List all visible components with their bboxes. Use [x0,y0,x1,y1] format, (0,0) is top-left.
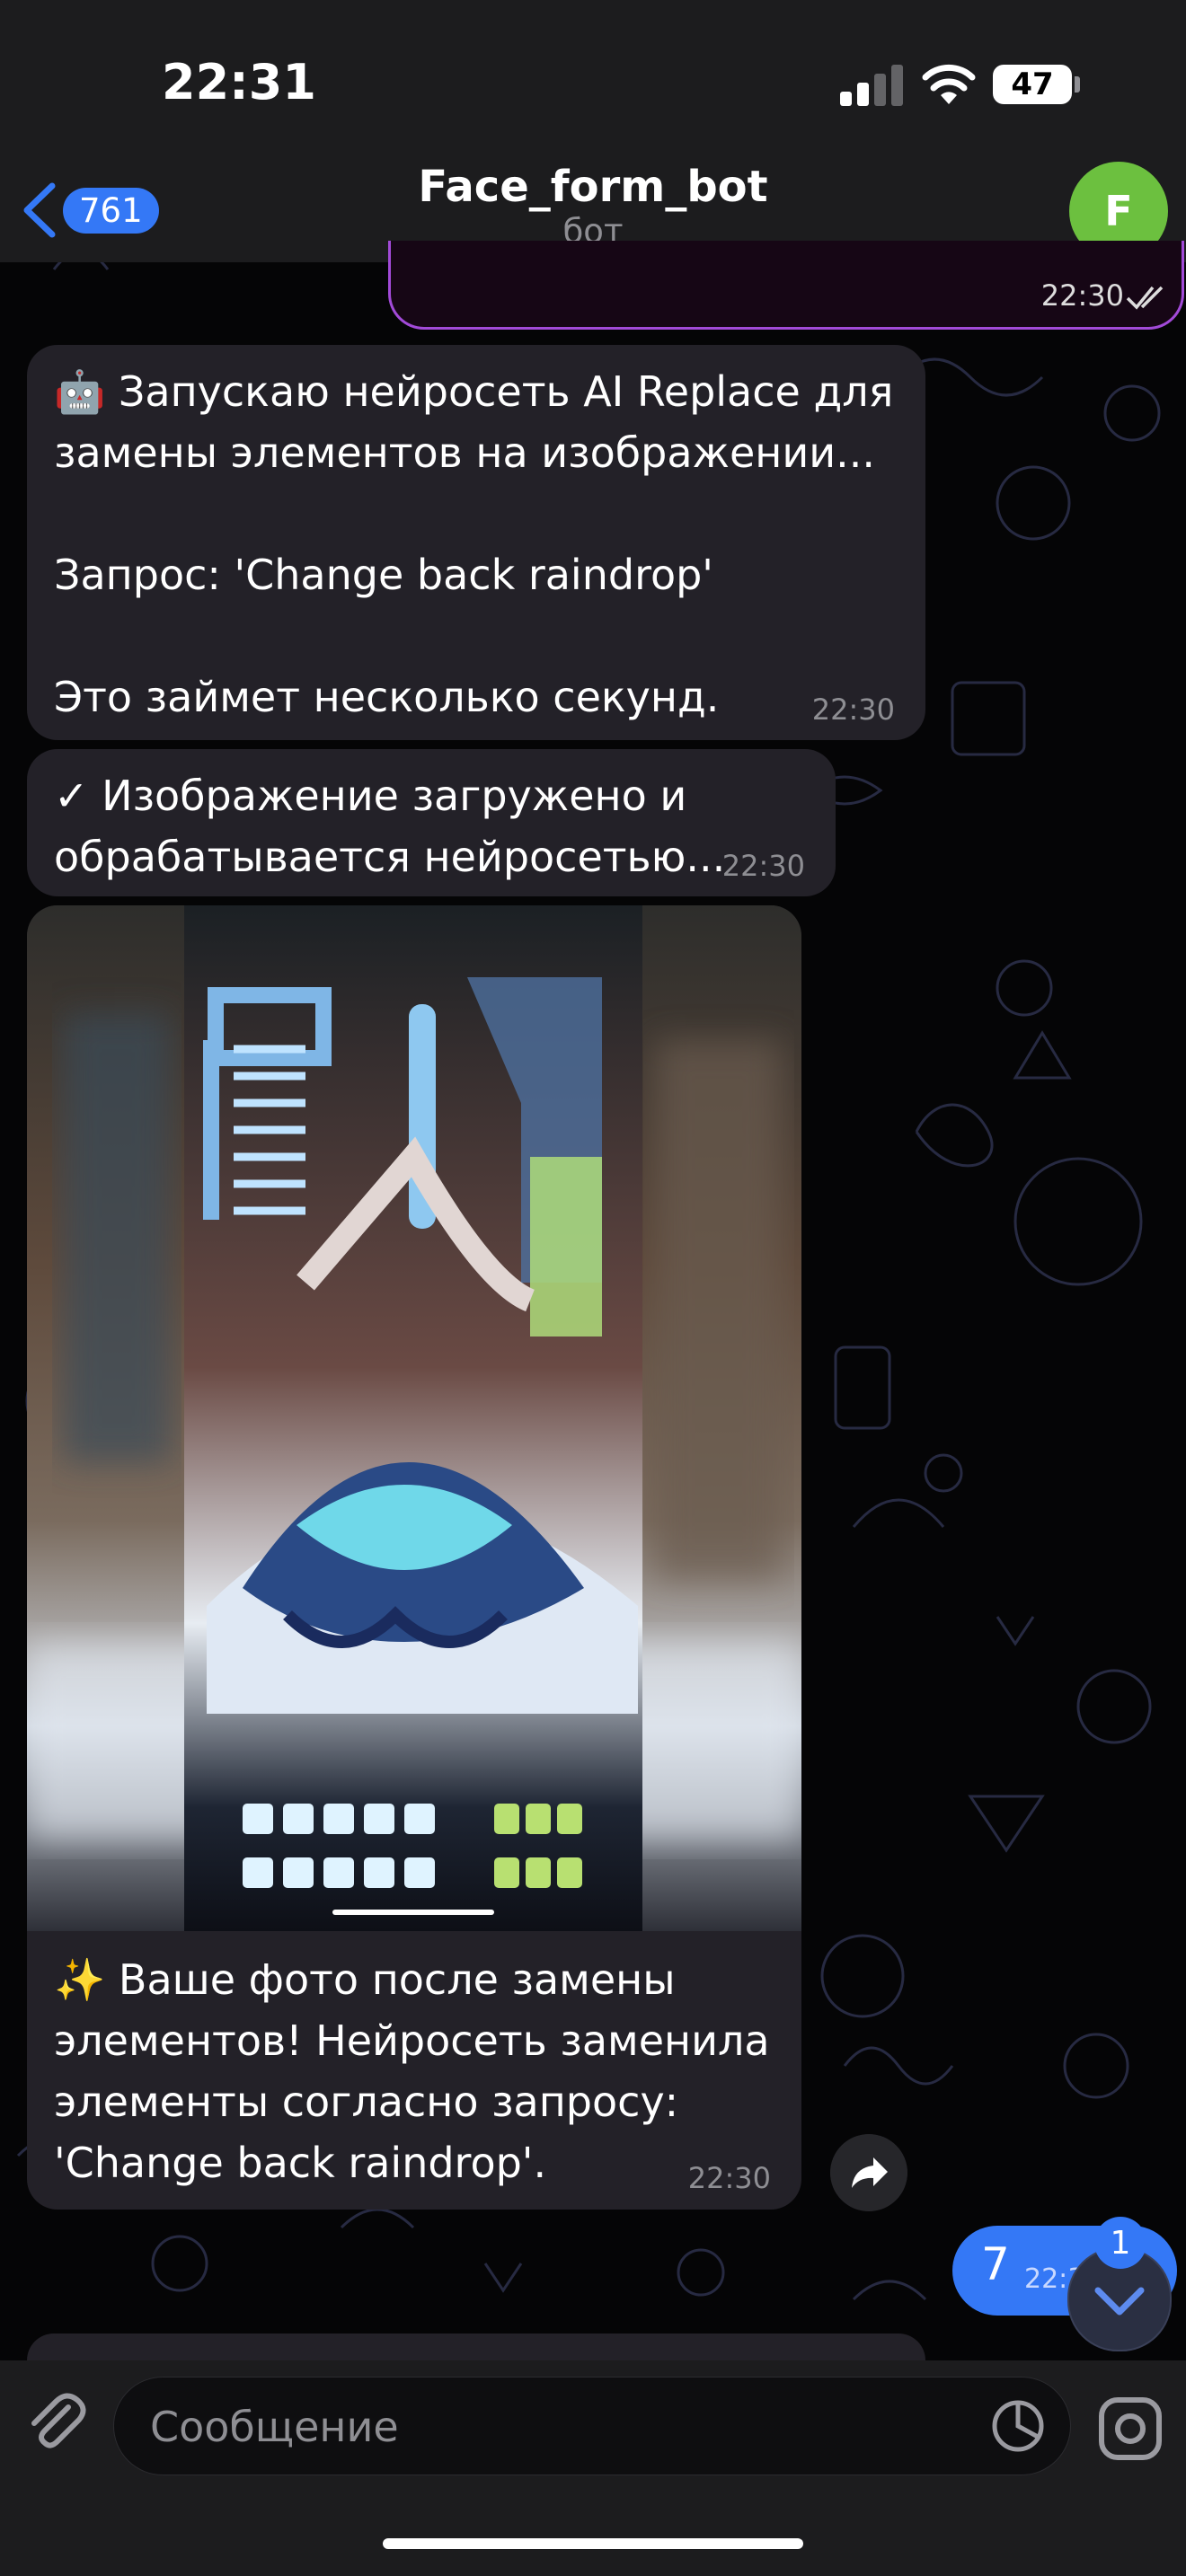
message-text: 🤖 Запускаю нейросеть AI Replace для заме… [54,367,894,721]
sticker-icon[interactable] [987,2395,1049,2457]
home-indicator [383,2538,803,2549]
chat-title[interactable]: Face_form_bot [0,162,1186,212]
double-check-icon [1126,286,1164,310]
battery-icon: 47 [993,65,1072,104]
unread-badge: 1 [1094,2217,1146,2269]
message-text: ✨ Ваше фото после замены элементов! Нейр… [54,1955,770,2187]
battery-tip [1075,76,1080,93]
wifi-icon [922,64,976,104]
message-text: 7 [981,2238,1010,2290]
bot-message-2[interactable]: ✓ Изображение загружено и обрабатывается… [27,749,836,896]
message-input[interactable]: Сообщение [113,2377,1071,2475]
message-time: 22:30 [811,693,895,727]
bot-message-1[interactable]: 🤖 Запускаю нейросеть AI Replace для заме… [27,345,925,740]
paperclip-icon[interactable] [22,2387,93,2459]
share-icon[interactable] [830,2134,907,2211]
signal-icon [840,63,903,106]
previous-outgoing-message[interactable]: 22:30 [388,241,1184,330]
result-photo[interactable] [27,905,801,1931]
message-text: ✓ Изображение загружено и обрабатывается… [54,772,726,881]
status-bar: 22:31 47 [0,0,1186,162]
status-time: 22:31 [162,54,316,110]
message-time: 22:30 [1040,278,1124,313]
message-time: 22:30 [687,2161,771,2195]
input-placeholder: Сообщение [150,2403,399,2451]
message-composer: Сообщение [0,2360,1186,2576]
bot-photo-message[interactable]: ✨ Ваше фото после замены элементов! Нейр… [27,905,801,2210]
message-time: 22:30 [721,849,805,883]
camera-icon[interactable] [1096,2395,1164,2463]
next-message-peek [27,2333,925,2360]
